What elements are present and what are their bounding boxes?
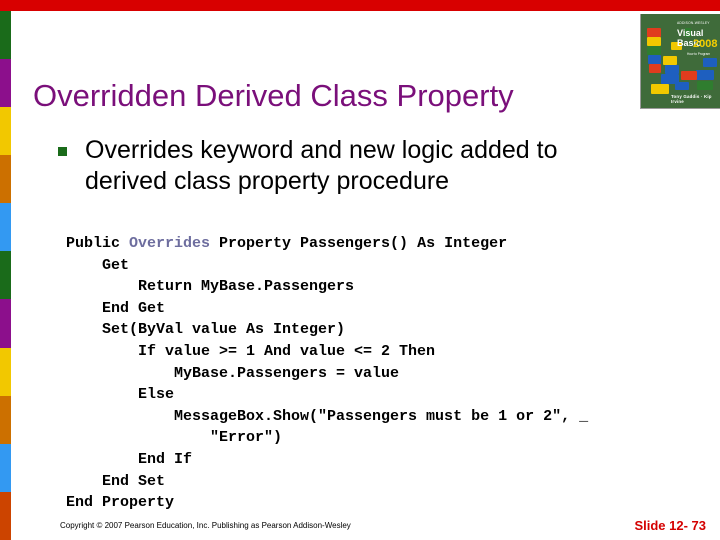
book-cover-brick-14 [697, 81, 713, 90]
color-band-5 [0, 203, 11, 252]
copyright-notice: Copyright © 2007 Pearson Education, Inc.… [60, 521, 351, 530]
color-band-8 [0, 347, 11, 396]
left-color-strip [0, 11, 11, 540]
book-cover-brick-5 [649, 64, 661, 73]
color-band-7 [0, 299, 11, 348]
code-line-5: Set(ByVal value As Integer) [66, 321, 346, 339]
code-line-6: If value >= 1 And value <= 2 Then [66, 342, 436, 360]
book-cover-brick-1 [647, 28, 661, 37]
book-cover-brick-6 [663, 56, 677, 65]
code-line-8: Else [66, 386, 175, 404]
color-band-9 [0, 395, 11, 444]
code-line-13: End Property [66, 494, 175, 512]
book-cover-image: ADDISON-WESLEY Visual Basic 2008 How to … [640, 14, 720, 109]
page-title: Overridden Derived Class Property [33, 77, 514, 113]
color-band-2 [0, 59, 11, 108]
code-block: Public Overrides Property Passengers() A… [66, 233, 588, 514]
code-line-11: End If [66, 450, 193, 468]
book-cover-imprint: ADDISON-WESLEY [677, 21, 710, 25]
code-line-1-suffix: Property Passengers() As Integer [210, 235, 508, 252]
code-line-3: Return MyBase.Passengers [66, 278, 355, 296]
code-keyword-overrides: Overrides [129, 235, 211, 252]
color-band-1 [0, 11, 11, 60]
slide-canvas: Overridden Derived Class Property Overri… [0, 0, 720, 540]
book-cover-brick-11 [696, 70, 714, 80]
code-line-4: End Get [66, 299, 166, 317]
code-line-7: MyBase.Passengers = value [66, 364, 400, 382]
book-cover-year: 2008 [693, 38, 718, 50]
book-cover-brick-4 [648, 55, 661, 64]
slide-number-label: Slide 12- 73 [634, 518, 706, 533]
top-red-bar [0, 0, 720, 11]
color-band-4 [0, 155, 11, 204]
code-line-9: MessageBox.Show("Passengers must be 1 or… [66, 407, 589, 425]
color-band-11 [0, 491, 11, 540]
code-line-1-prefix: Public [66, 235, 130, 252]
book-cover-authors: Tony Gaddis · Kip Irvine [671, 94, 712, 104]
book-cover-brick-9 [661, 74, 679, 84]
book-cover-brick-10 [681, 71, 697, 80]
book-cover-brick-3 [647, 46, 661, 55]
color-band-3 [0, 107, 11, 156]
code-line-12: End Set [66, 472, 166, 490]
book-cover-brick-12 [651, 84, 669, 94]
code-line-10: "Error") [66, 429, 283, 447]
bullet-list-item: Overrides keyword and new logic added to… [58, 135, 630, 197]
book-cover-subtitle: How to Program [687, 52, 711, 56]
color-band-6 [0, 251, 11, 300]
bullet-marker-icon [58, 147, 67, 156]
book-cover-brick-7 [665, 65, 679, 74]
color-band-10 [0, 443, 11, 492]
code-line-2: Get [66, 256, 130, 274]
bullet-item-label: Overrides keyword and new logic added to… [85, 136, 558, 195]
book-cover-brick-16 [703, 58, 717, 67]
book-cover-brick-2 [647, 37, 661, 46]
